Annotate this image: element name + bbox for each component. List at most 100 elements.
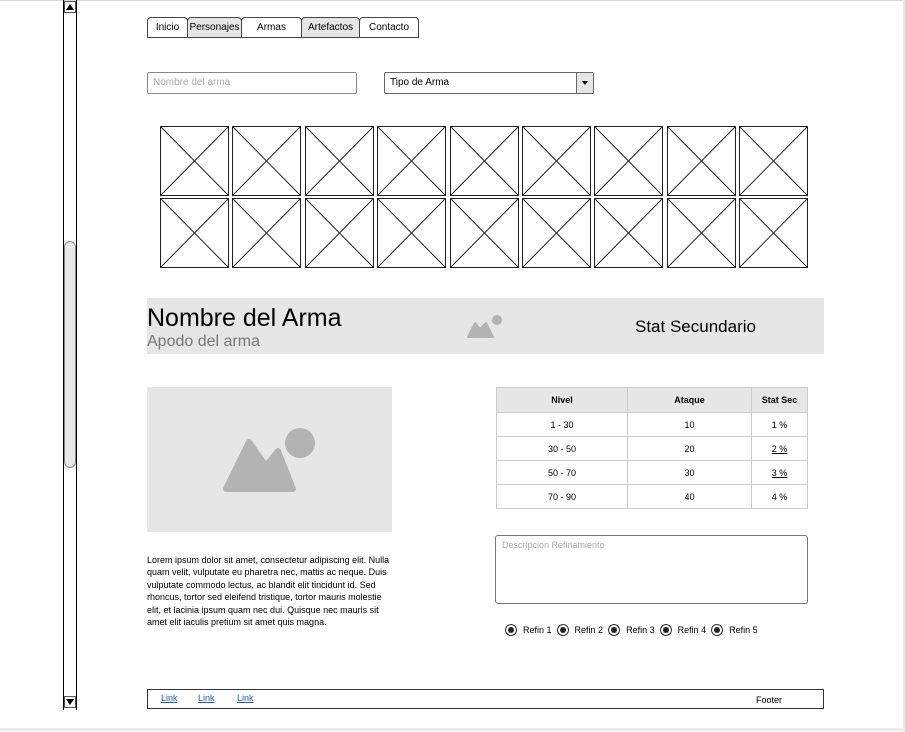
image-placeholder-icon [305,199,373,267]
nav-tabs: Inicio Personajes Armas Artefactos Conta… [147,17,419,38]
image-placeholder-icon [223,428,315,492]
secondary-stat-label: Stat Secundario [635,317,756,336]
arrow-up-icon [66,4,74,10]
image-placeholder-icon [667,199,735,267]
radio-label: Refin 2 [574,624,604,635]
table-cell: 2 % [751,436,808,461]
table-row: 30 - 50 20 2 % [496,436,808,461]
weapon-image [147,387,392,532]
scrollbar-thumb[interactable] [64,241,76,468]
table-cell: 30 [627,460,752,485]
image-placeholder-icon [233,199,301,267]
tab-personajes[interactable]: Personajes [187,17,242,38]
radio-refin-5[interactable]: Refin 5 [711,623,758,636]
table-row: 1 - 30 10 1 % [496,412,808,437]
weapon-thumbnail[interactable] [594,198,664,268]
radio-label: Refin 4 [677,624,707,635]
table-cell-link[interactable]: 3 % [772,468,788,478]
table-cell-link[interactable]: 2 % [772,444,788,454]
radio-label: Refin 1 [523,624,552,635]
table-header-row: Nivel Ataque Stat Sec [496,387,808,413]
refinement-description-textarea[interactable]: Descripcion Refinamiento [495,535,808,604]
image-placeholder-icon [740,127,808,195]
radio-refin-1[interactable]: Refin 1 [505,623,552,636]
table-cell: 1 % [751,412,808,437]
table-row: 50 - 70 30 3 % [496,460,808,485]
weapon-image-grid [160,126,810,270]
select-dropdown-button[interactable] [576,73,593,93]
weapon-thumbnail[interactable] [739,198,809,268]
radio-refin-3[interactable]: Refin 3 [608,623,655,636]
top-border [0,0,905,1]
weapon-thumbnail[interactable] [377,198,447,268]
table-cell: 50 - 70 [496,460,628,485]
image-placeholder-icon [595,127,663,195]
footer: Link Link Link Footer [147,689,824,709]
tab-artefactos[interactable]: Artefactos [301,17,360,38]
table-row: 70 - 90 40 4 % [496,484,808,509]
weapon-thumbnail[interactable] [160,198,229,268]
weapon-name-title: Nombre del Arma [147,304,342,332]
table-cell: 3 % [751,460,808,485]
chevron-down-icon [582,81,588,85]
weapon-thumbnail[interactable] [594,126,664,196]
tab-inicio[interactable]: Inicio [147,17,188,38]
image-placeholder-icon [233,127,301,195]
table-cell: 30 - 50 [496,436,628,461]
weapon-type-select-value: Tipo de Arma [390,77,450,88]
weapon-thumbnail[interactable] [232,126,302,196]
stats-table: Nivel Ataque Stat Sec 1 - 30 10 1 % 30 -… [496,387,808,509]
image-placeholder-icon [740,199,808,267]
table-cell: 70 - 90 [496,484,628,509]
arrow-down-icon [66,699,74,705]
weapon-thumbnail[interactable] [449,126,519,196]
radio-refin-4[interactable]: Refin 4 [659,623,707,636]
image-placeholder-icon [450,199,518,267]
header-nivel: Nivel [496,387,628,413]
table-cell: 4 % [751,484,808,509]
weapon-thumbnail[interactable] [739,126,809,196]
tab-armas[interactable]: Armas [241,17,302,38]
weapon-thumbnail[interactable] [232,198,302,268]
footer-link-3[interactable]: Link [237,693,254,703]
footer-link-1[interactable]: Link [161,693,178,703]
weapon-thumbnail[interactable] [666,198,736,268]
scrollbar-track-right [76,0,77,710]
table-cell: 20 [627,436,752,461]
radio-refin-2[interactable]: Refin 2 [556,623,604,636]
image-placeholder-icon [378,127,446,195]
image-placeholder-icon [667,127,735,195]
radio-icon [659,623,672,636]
weapon-thumbnail[interactable] [449,198,519,268]
table-cell: 40 [627,484,752,509]
refinement-radio-group: Refin 1 Refin 2 Refin 3 Refin 4 Refin 5 [505,623,763,636]
weapon-type-select[interactable]: Tipo de Arma [384,72,594,94]
weapon-thumbnail[interactable] [160,126,229,196]
weapon-thumbnail[interactable] [666,126,736,196]
weapon-name-input[interactable]: Nombre del arma [147,72,357,94]
image-placeholder-icon [161,127,228,195]
radio-icon [711,623,724,636]
scroll-up-button[interactable] [64,1,76,13]
image-placeholder-icon [467,313,503,344]
scroll-down-button[interactable] [64,696,76,708]
weapon-description: Lorem ipsum dolor sit amet, consectetur … [147,555,390,628]
radio-icon [556,623,569,636]
image-placeholder-icon [378,199,446,267]
weapon-nickname: Apodo del arma [147,333,260,350]
weapon-thumbnail[interactable] [522,198,591,268]
radio-icon [608,623,621,636]
tab-contacto[interactable]: Contacto [359,17,419,38]
image-placeholder-icon [305,127,373,195]
weapon-thumbnail[interactable] [304,126,374,196]
image-placeholder-icon [450,127,518,195]
footer-link-2[interactable]: Link [198,693,215,703]
radio-label: Refin 3 [626,624,655,635]
table-cell: 10 [627,412,752,437]
radio-label: Refin 5 [729,624,758,635]
weapon-thumbnail[interactable] [304,198,374,268]
weapon-thumbnail[interactable] [522,126,591,196]
image-placeholder-icon [523,199,590,267]
weapon-thumbnail[interactable] [377,126,447,196]
bottom-border [0,728,905,731]
